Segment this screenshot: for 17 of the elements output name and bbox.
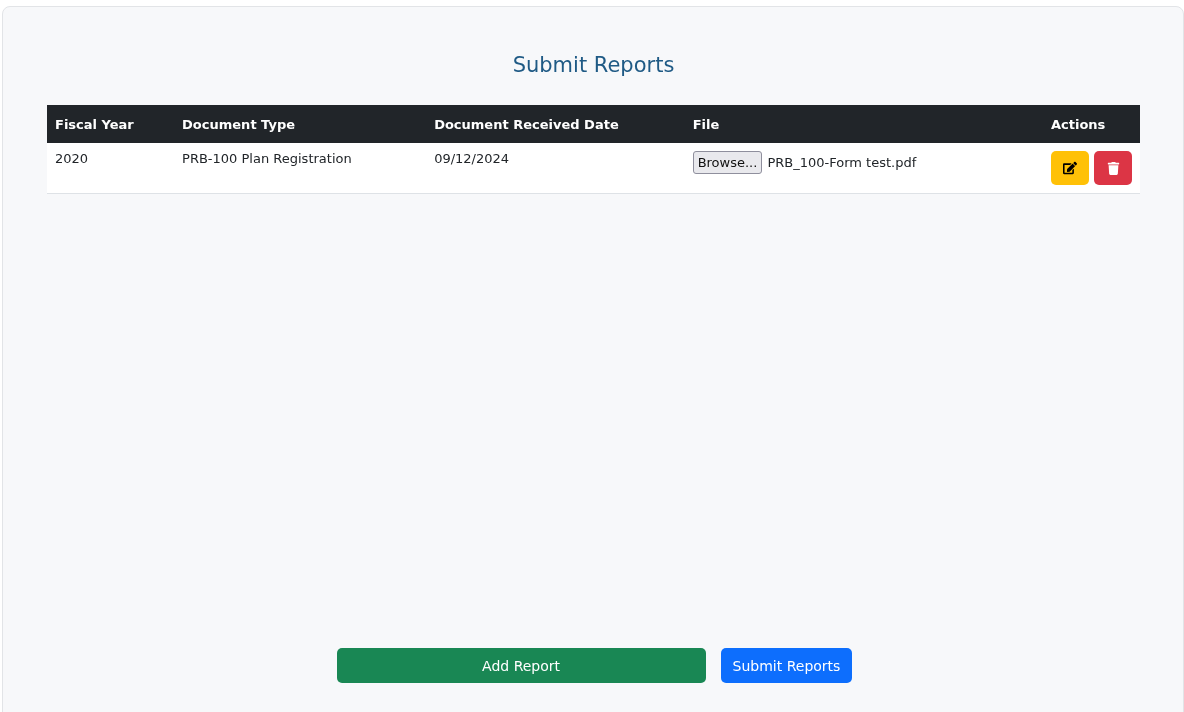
column-header: Actions [1043, 105, 1140, 143]
table-cell: 09/12/2024 [426, 143, 685, 194]
add-report-button[interactable]: Add Report [336, 648, 706, 683]
submit-reports-button[interactable]: Submit Reports [720, 648, 853, 683]
file-name: PRB_100-Form test.pdf [767, 155, 917, 170]
delete-button[interactable] [1094, 151, 1132, 185]
column-header: Fiscal Year [47, 105, 175, 143]
column-header: Document Received Date [426, 105, 685, 143]
table-cell: PRB-100 Plan Registration [174, 143, 427, 194]
edit-button[interactable] [1051, 151, 1089, 185]
browse-button[interactable]: Browse... [692, 151, 763, 174]
trash-icon [1106, 161, 1120, 175]
page-title: Submit Reports [511, 53, 676, 77]
column-header: File [684, 105, 1043, 143]
column-header: Document Type [174, 105, 427, 143]
table-cell: 2020 [47, 143, 175, 194]
edit-icon [1063, 161, 1077, 175]
